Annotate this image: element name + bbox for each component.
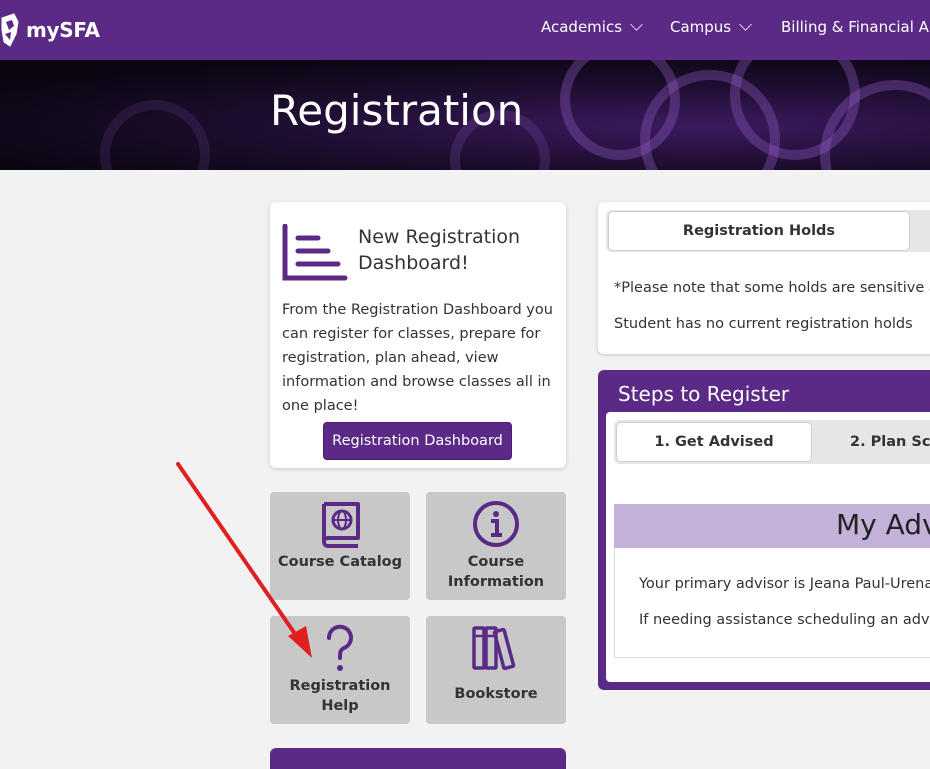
- nav-academics[interactable]: Academics: [541, 18, 643, 36]
- lumberjack-logo-icon: [1, 13, 19, 47]
- tile-label: Bookstore: [454, 686, 538, 702]
- nav-campus-label: Campus: [670, 18, 732, 36]
- tile-label: Course Catalog: [277, 554, 403, 570]
- nav-campus[interactable]: Campus: [670, 18, 752, 36]
- nav-billing-label: Billing & Financial Aid: [781, 18, 930, 36]
- chart-list-icon: [282, 224, 348, 281]
- steps-to-register-panel: Steps to Register 1. Get Advised 2. Plan…: [598, 370, 930, 690]
- registration-dashboard-button[interactable]: Registration Dashboard: [323, 422, 512, 460]
- chevron-down-icon: [630, 18, 643, 31]
- advisor-line: If needing assistance scheduling an advi…: [639, 612, 930, 628]
- advisor-body: Your primary advisor is Jeana Paul-Urena…: [614, 548, 930, 658]
- steps-title: Steps to Register: [618, 382, 790, 406]
- page-title: Registration: [270, 86, 524, 135]
- steps-content: 1. Get Advised 2. Plan Sch My Adv Your p…: [606, 412, 930, 682]
- tab-get-advised[interactable]: 1. Get Advised: [616, 422, 812, 462]
- info-circle-icon: [473, 501, 519, 547]
- holds-note: *Please note that some holds are sensiti…: [614, 280, 930, 296]
- new-registration-title: New Registration Dashboard!: [358, 226, 521, 274]
- holds-tabs: Registration Holds: [606, 210, 930, 252]
- question-mark-icon: [326, 624, 353, 671]
- top-navigation: mySFA Academics Campus Billing & Financi…: [0, 0, 930, 60]
- tile-registration-help[interactable]: Registration Help: [270, 616, 410, 724]
- advisor-heading: My Adv: [836, 508, 930, 541]
- book-globe-icon: [322, 502, 360, 548]
- registration-holds-panel: Registration Holds *Please note that som…: [598, 202, 930, 354]
- tile-course-catalog[interactable]: Course Catalog: [270, 492, 410, 600]
- nav-academics-label: Academics: [541, 18, 623, 36]
- advisor-line: Your primary advisor is Jeana Paul-Urena: [639, 576, 930, 592]
- logo[interactable]: mySFA: [0, 12, 100, 48]
- holds-status: Student has no current registration hold…: [614, 316, 913, 332]
- chevron-down-icon: [739, 18, 752, 31]
- new-registration-card: New Registration Dashboard! From the Reg…: [270, 202, 566, 468]
- nav-billing[interactable]: Billing & Financial Aid: [781, 18, 930, 36]
- tile-bookstore[interactable]: Bookstore: [426, 616, 566, 724]
- tile-label: Course Information: [447, 554, 545, 590]
- hero-banner: Registration: [0, 60, 930, 170]
- tab-registration-holds[interactable]: Registration Holds: [608, 211, 910, 251]
- tile-label: Registration Help: [289, 678, 391, 714]
- advisor-header: My Adv: [614, 504, 930, 548]
- new-registration-description: From the Registration Dashboard you can …: [282, 302, 553, 414]
- hero-decoration: [100, 100, 210, 170]
- books-icon: [472, 626, 516, 671]
- steps-tabs: 1. Get Advised 2. Plan Sch: [614, 420, 930, 464]
- brand-name: mySFA: [26, 18, 100, 42]
- tab-plan-schedule[interactable]: 2. Plan Sch: [824, 422, 930, 462]
- next-card-header: [270, 748, 566, 769]
- tile-course-information[interactable]: Course Information: [426, 492, 566, 600]
